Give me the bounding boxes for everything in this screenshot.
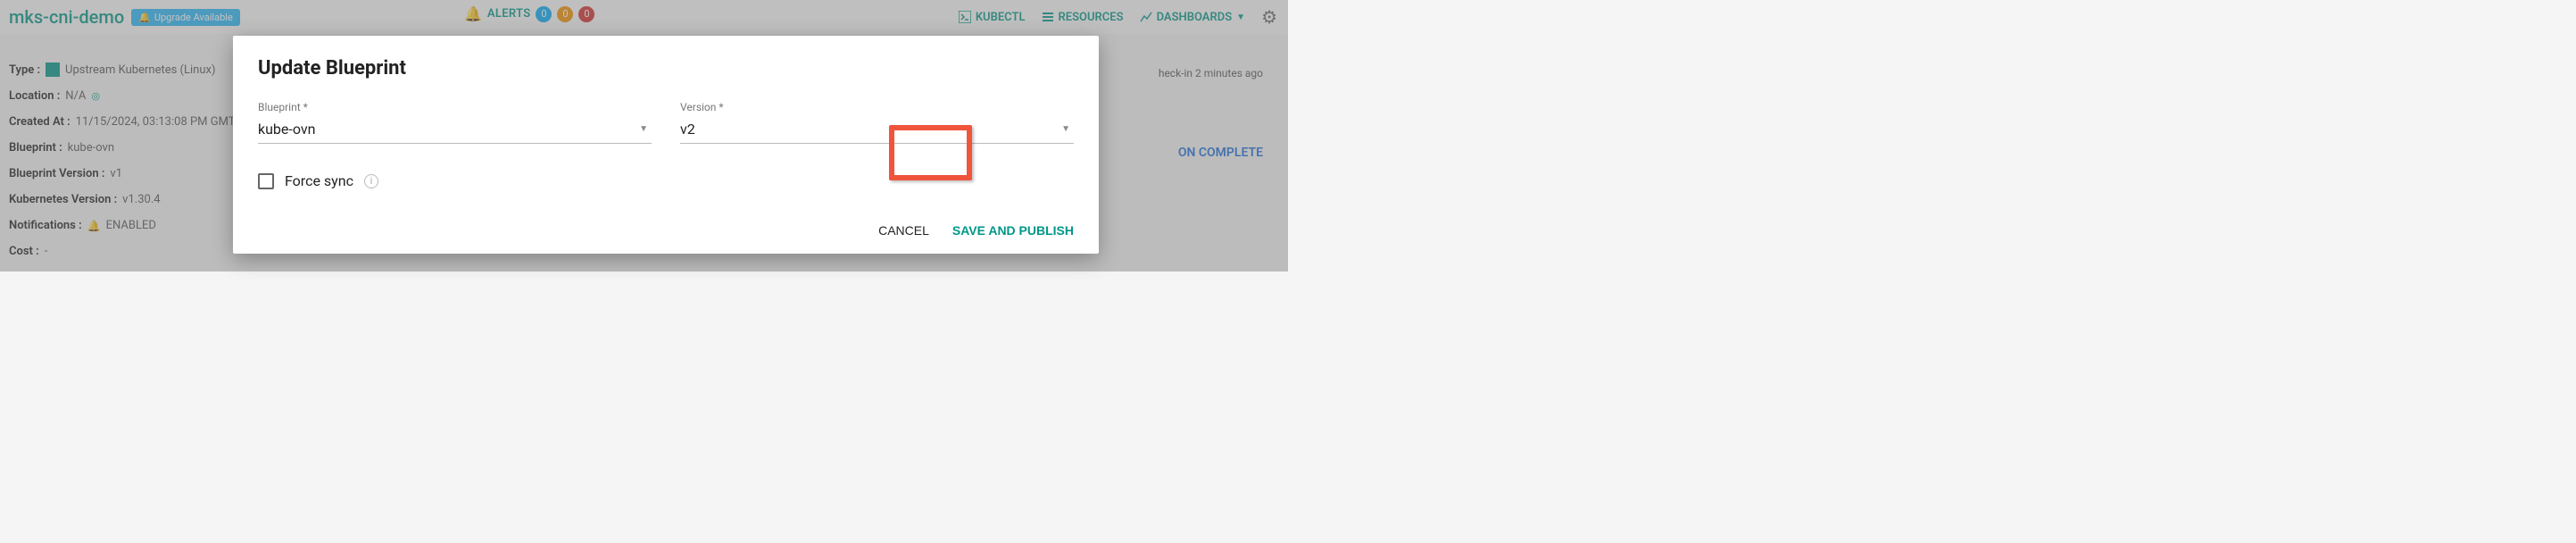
- blueprint-select[interactable]: Blueprint * kube-ovn ▼: [258, 101, 652, 144]
- chevron-down-icon: ▼: [1061, 124, 1070, 134]
- info-icon[interactable]: i: [364, 174, 378, 188]
- force-sync-label: Force sync: [285, 172, 353, 189]
- update-blueprint-modal: Update Blueprint Blueprint * kube-ovn ▼ …: [233, 36, 1099, 254]
- blueprint-field-label: Blueprint *: [258, 101, 652, 113]
- chevron-down-icon: ▼: [639, 124, 648, 134]
- version-field-value: v2: [680, 121, 695, 138]
- blueprint-field-value: kube-ovn: [258, 121, 315, 138]
- force-sync-checkbox[interactable]: [258, 173, 274, 189]
- version-field-label: Version *: [680, 101, 1074, 113]
- save-and-publish-button[interactable]: SAVE AND PUBLISH: [952, 223, 1074, 238]
- modal-title: Update Blueprint: [258, 57, 1074, 79]
- version-select[interactable]: Version * v2 ▼: [680, 101, 1074, 144]
- cancel-button[interactable]: CANCEL: [878, 223, 929, 238]
